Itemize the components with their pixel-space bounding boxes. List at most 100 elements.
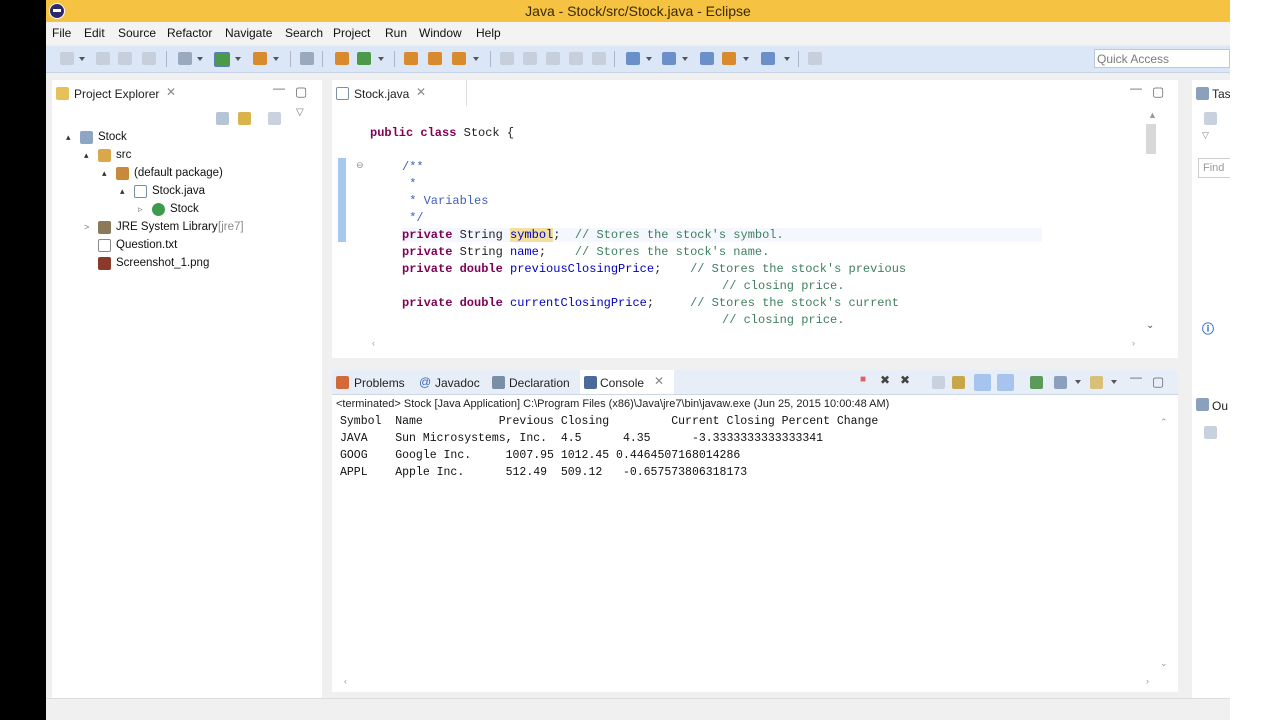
toggle-block-selection-icon[interactable]	[523, 52, 537, 65]
show-whitespace-icon[interactable]	[546, 52, 560, 65]
new-package-icon[interactable]	[335, 52, 349, 65]
next-annotation-icon[interactable]	[626, 52, 640, 65]
expander-icon[interactable]: ▹	[138, 204, 143, 214]
menu-search[interactable]: Search	[285, 26, 323, 40]
code-line[interactable]: private double currentClosingPrice; // S…	[402, 296, 899, 310]
scroll-lock-icon[interactable]	[952, 376, 965, 389]
tab-declaration[interactable]: Declaration	[509, 376, 570, 390]
scroll-left-icon[interactable]: ‹	[344, 676, 347, 686]
search-icon[interactable]	[452, 52, 466, 65]
annotation-icon[interactable]	[592, 52, 606, 65]
show-on-error-icon[interactable]	[997, 374, 1014, 391]
format-icon[interactable]	[569, 52, 583, 65]
code-line[interactable]: * Variables	[402, 194, 488, 208]
tree-item-default-package[interactable]: ▴ (default package)	[102, 167, 223, 180]
clear-console-icon[interactable]	[932, 376, 945, 389]
menu-refactor[interactable]: Refactor	[167, 26, 212, 40]
code-line[interactable]: /**	[402, 160, 424, 174]
console-line[interactable]: APPL Apple Inc. 512.49 509.12 -0.6575738…	[340, 466, 747, 479]
forward-icon[interactable]	[761, 52, 775, 65]
save-all-icon[interactable]	[118, 52, 132, 65]
vertical-scrollbar-thumb[interactable]	[1146, 124, 1156, 154]
display-console-dropdown-icon[interactable]	[1075, 380, 1081, 384]
new-task-icon[interactable]	[1204, 112, 1217, 125]
tree-item-stock-java[interactable]: ▴ Stock.java	[120, 185, 205, 198]
focus-icon[interactable]	[268, 112, 281, 125]
find-input[interactable]: Find	[1198, 158, 1230, 178]
pin-console-icon[interactable]	[1030, 376, 1043, 389]
code-line[interactable]: private String name; // Stores the stock…	[402, 245, 769, 259]
scroll-up-icon[interactable]: ▲	[1148, 110, 1157, 120]
expander-icon[interactable]: >	[84, 222, 89, 232]
scroll-down-icon[interactable]: ⌄	[1146, 320, 1154, 331]
open-task-icon[interactable]	[428, 52, 442, 65]
expander-icon[interactable]: ▴	[66, 132, 71, 142]
minimize-icon[interactable]: —	[273, 81, 285, 95]
tab-outline[interactable]: Ou	[1212, 399, 1228, 413]
pin-editor-icon[interactable]	[808, 52, 822, 65]
save-icon[interactable]	[96, 52, 110, 65]
remove-launch-icon[interactable]: ✖	[880, 373, 890, 387]
remove-all-launches-icon[interactable]: ✖	[900, 373, 910, 387]
link-with-editor-icon[interactable]	[238, 112, 251, 125]
code-line[interactable]: public class Stock {	[370, 126, 514, 140]
menu-edit[interactable]: Edit	[84, 26, 105, 40]
open-console-icon[interactable]	[1090, 376, 1103, 389]
menu-help[interactable]: Help	[476, 26, 501, 40]
show-on-output-icon[interactable]	[974, 374, 991, 391]
toggle-mark-occurrences-icon[interactable]	[500, 52, 514, 65]
new-dropdown-icon[interactable]	[79, 57, 85, 61]
code-line[interactable]: // closing price.	[722, 279, 844, 293]
external-tools-icon[interactable]	[253, 52, 267, 65]
expander-icon[interactable]: ▴	[84, 150, 89, 160]
display-console-icon[interactable]	[1054, 376, 1067, 389]
code-line-current[interactable]: private String symbol; // Stores the sto…	[402, 228, 1042, 242]
previous-annotation-dropdown-icon[interactable]	[682, 57, 688, 61]
scroll-left-icon[interactable]: ‹	[372, 338, 375, 348]
scroll-right-icon[interactable]: ›	[1132, 338, 1135, 348]
project-explorer-tab[interactable]: Project Explorer	[74, 87, 159, 101]
new-java-project-icon[interactable]	[300, 52, 314, 65]
code-line[interactable]: private double previousClosingPrice; // …	[402, 262, 906, 276]
tree-item-src[interactable]: ▴ src	[84, 149, 131, 162]
open-type-icon[interactable]	[404, 52, 418, 65]
debug-dropdown-icon[interactable]	[197, 57, 203, 61]
title-bar[interactable]: Java - Stock/src/Stock.java - Eclipse	[46, 0, 1230, 22]
debug-settings-icon[interactable]	[178, 52, 192, 65]
new-class-dropdown-icon[interactable]	[378, 57, 384, 61]
fold-icon[interactable]: ⊖	[356, 160, 364, 171]
console-line[interactable]: GOOG Google Inc. 1007.95 1012.45 0.44645…	[340, 449, 740, 462]
last-edit-location-icon[interactable]	[700, 52, 714, 65]
scroll-down-icon[interactable]: ⌄	[1160, 658, 1168, 669]
scroll-right-icon[interactable]: ›	[1146, 676, 1149, 686]
view-menu-icon[interactable]: ▽	[296, 107, 304, 118]
tab-javadoc[interactable]: Javadoc	[435, 376, 480, 390]
editor-tab[interactable]: Stock.java ✕	[332, 80, 467, 106]
back-icon[interactable]	[722, 52, 736, 65]
run-dropdown-icon[interactable]	[235, 57, 241, 61]
next-annotation-dropdown-icon[interactable]	[646, 57, 652, 61]
minimize-icon[interactable]: —	[1130, 370, 1142, 384]
code-line[interactable]: */	[402, 211, 423, 225]
run-icon[interactable]	[214, 52, 230, 67]
close-icon[interactable]: ✕	[416, 85, 426, 99]
expander-icon[interactable]: ▴	[120, 186, 125, 196]
quick-access-input[interactable]: Quick Access	[1094, 49, 1230, 68]
close-icon[interactable]: ✕	[166, 85, 176, 99]
code-line[interactable]: // closing price.	[722, 313, 844, 327]
console-line[interactable]: Symbol Name Previous Closing Current Clo…	[340, 415, 878, 428]
tree-item-stock-class[interactable]: ▹ Stock	[138, 203, 199, 216]
tree-item-jre-library[interactable]: > JRE System Library [jre7]	[84, 221, 244, 234]
tab-task-list[interactable]: Tas	[1212, 87, 1230, 101]
menu-navigate[interactable]: Navigate	[225, 26, 272, 40]
open-console-dropdown-icon[interactable]	[1111, 380, 1117, 384]
code-line[interactable]: *	[402, 177, 416, 191]
new-icon[interactable]	[60, 52, 74, 65]
expander-icon[interactable]: ▴	[102, 168, 107, 178]
maximize-icon[interactable]: ▢	[1152, 84, 1164, 100]
new-class-icon[interactable]	[357, 52, 371, 65]
previous-annotation-icon[interactable]	[662, 52, 676, 65]
print-icon[interactable]	[142, 52, 156, 65]
maximize-icon[interactable]: ▢	[295, 84, 307, 100]
external-tools-dropdown-icon[interactable]	[273, 57, 279, 61]
